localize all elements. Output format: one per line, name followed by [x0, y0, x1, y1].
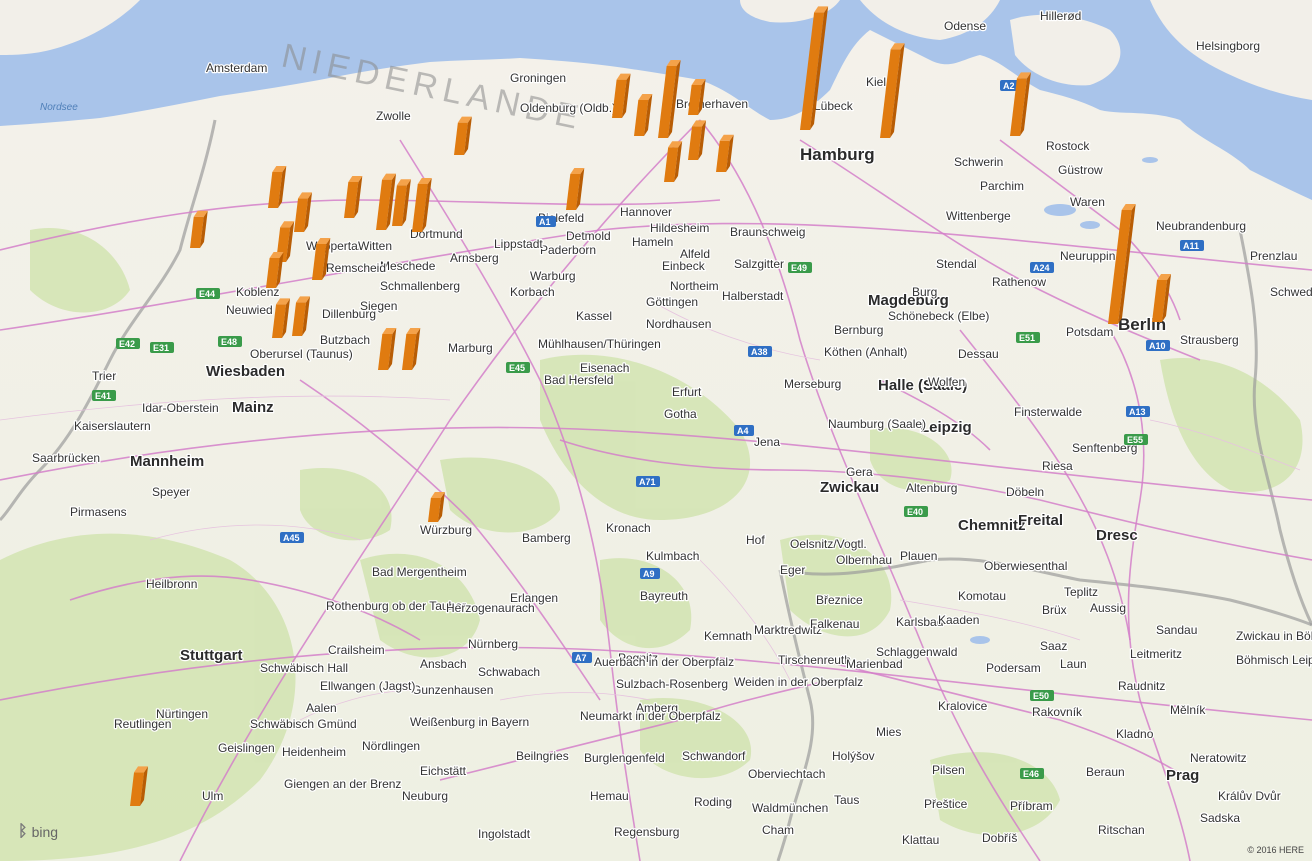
bar-column [716, 134, 734, 172]
bar-column [292, 296, 311, 336]
map-canvas[interactable]: NIEDERLANDE Hamburg Berlin Chemnitz Leip… [0, 0, 1312, 861]
copyright-notice: © 2016 HERE [1247, 845, 1304, 855]
bar-column [428, 492, 445, 522]
bar-column [1108, 204, 1136, 324]
bar-column [378, 328, 397, 370]
bar-column [1152, 274, 1172, 322]
bar-column [190, 210, 208, 248]
bar-column [688, 120, 707, 160]
bar-column [294, 192, 313, 232]
bar-column [130, 766, 149, 806]
bar-front-face [800, 12, 825, 130]
bar-column [412, 178, 432, 232]
bar-column [634, 94, 653, 136]
bar-front-face [1108, 210, 1132, 324]
bar-column [566, 168, 585, 210]
bing-logo[interactable]: ᛒ bing [18, 823, 58, 841]
bing-b-icon: ᛒ [18, 823, 28, 840]
bar-column [344, 176, 363, 218]
bar-column [612, 73, 631, 118]
bar-column [454, 116, 472, 155]
bar-column [1010, 72, 1031, 136]
bar-column [664, 141, 683, 182]
bing-logo-text: bing [31, 824, 59, 840]
bar-column [880, 43, 905, 139]
bar-column [688, 79, 706, 115]
bar-column [392, 179, 411, 226]
bar-column [312, 238, 331, 280]
bar-column [268, 166, 287, 208]
bar-layer [130, 6, 1172, 806]
bar-column [800, 6, 829, 130]
bar-column [658, 60, 681, 138]
bar-column [402, 328, 421, 370]
bar-column [272, 298, 291, 338]
bar-column [266, 252, 284, 288]
